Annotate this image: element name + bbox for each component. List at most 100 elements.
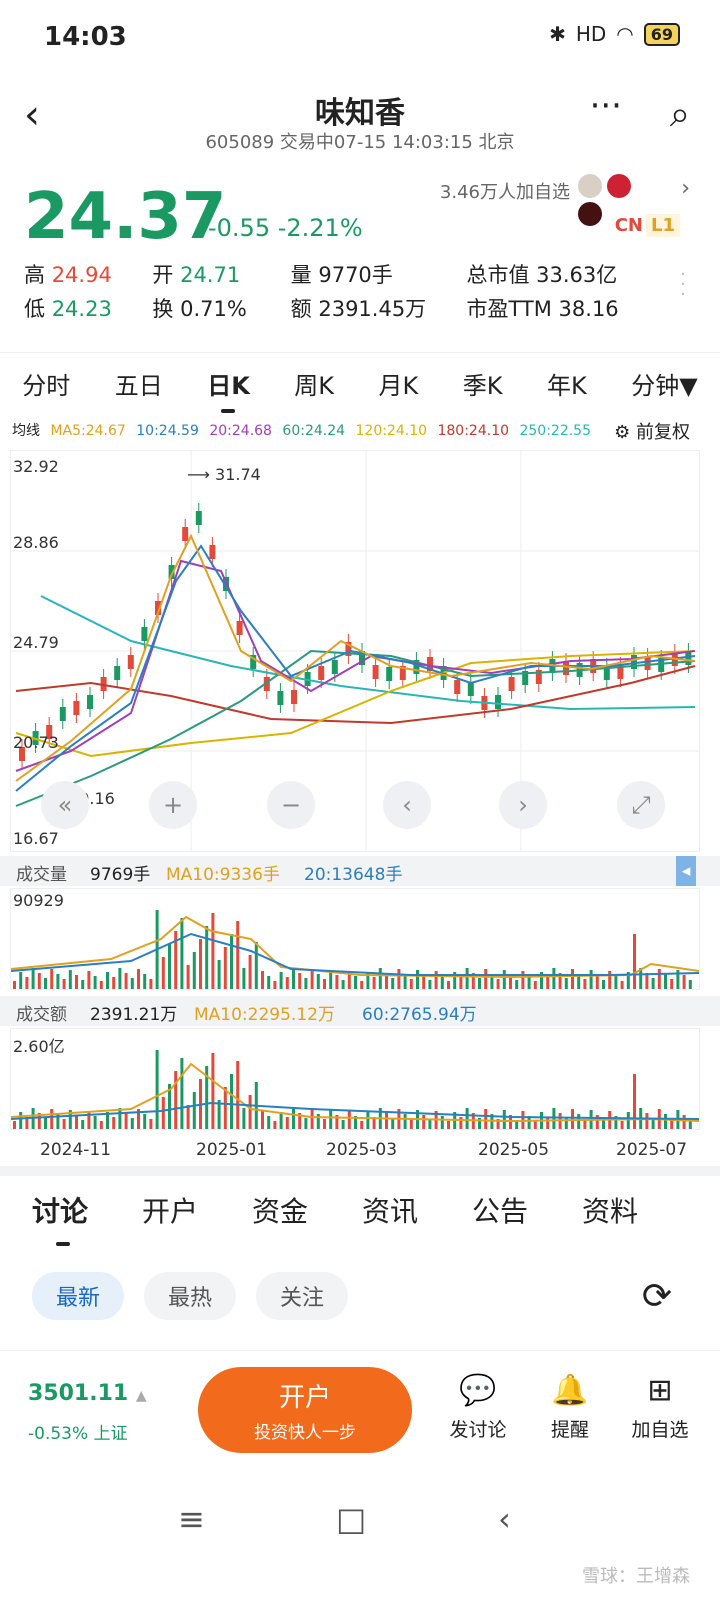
tab-fenzhong[interactable]: 分钟▼ bbox=[631, 366, 697, 401]
search-icon[interactable]: ⌕ bbox=[670, 94, 690, 136]
volume-bar bbox=[645, 1113, 649, 1129]
open-account-button[interactable]: 开户 投资快人一步 bbox=[198, 1367, 412, 1453]
refresh-icon[interactable]: ⟳ bbox=[642, 1276, 672, 1317]
menu-icon[interactable]: ≡ bbox=[178, 1500, 205, 1538]
volume-bar bbox=[304, 978, 308, 989]
tab-discuss[interactable]: 讨论 bbox=[32, 1190, 110, 1230]
chip-follow[interactable]: 关注 bbox=[256, 1272, 349, 1320]
ma-legend: 均线 MA5:24.67 10:24.59 20:24.68 60:24.24 … bbox=[12, 420, 597, 440]
index-number: 3501.11 bbox=[28, 1381, 129, 1406]
volume-bar bbox=[99, 981, 103, 989]
add-label: 加自选 bbox=[631, 1419, 689, 1441]
more-icon[interactable]: ··· bbox=[590, 86, 622, 126]
scroll-right-button[interactable]: › bbox=[499, 781, 547, 829]
volume-bar bbox=[155, 1050, 159, 1129]
volume-bar bbox=[19, 972, 23, 989]
x-tick-4: 2025-07 bbox=[616, 1140, 688, 1160]
price-change: -0.55 -2.21% bbox=[208, 214, 363, 242]
volume-bar bbox=[186, 965, 190, 989]
volume-bar bbox=[546, 977, 550, 989]
tab-wuri[interactable]: 五日 bbox=[115, 366, 163, 401]
tab-jik[interactable]: 季K bbox=[463, 366, 503, 401]
volume-bar bbox=[422, 975, 426, 989]
volume-bar bbox=[409, 1119, 413, 1129]
zoom-out-button[interactable]: − bbox=[267, 781, 315, 829]
volume-bar bbox=[298, 973, 302, 989]
volume-bar bbox=[44, 1118, 47, 1129]
ma10: 10:24.59 bbox=[136, 423, 199, 439]
top-nav: ‹ 味知香 605089 交易中07-15 14:03:15 北京 ··· ⌕ bbox=[0, 80, 720, 160]
volume-bar bbox=[149, 1119, 153, 1129]
volume-bar bbox=[223, 947, 227, 989]
volume-bar bbox=[664, 1114, 667, 1129]
adjust-label: 前复权 bbox=[636, 422, 690, 443]
tab-niank[interactable]: 年K bbox=[547, 366, 587, 401]
volume-bar bbox=[372, 977, 376, 989]
kline-chart[interactable]: 32.92 28.86 24.79 20.73 16.67 ⟶ 31.74 ⟵ … bbox=[10, 450, 700, 852]
volume-max: 90929 bbox=[13, 891, 64, 910]
volume-bar bbox=[484, 969, 488, 989]
avatar-group[interactable] bbox=[578, 174, 656, 226]
volume-bar bbox=[440, 976, 444, 989]
plus-box-icon: ⊞ bbox=[647, 1373, 673, 1408]
amt-label: 额 bbox=[290, 297, 312, 321]
rewind-button[interactable]: « bbox=[41, 781, 89, 829]
current-price: 24.37 bbox=[24, 180, 227, 254]
high-value: 24.94 bbox=[51, 263, 112, 287]
tab-funds[interactable]: 资金 bbox=[252, 1190, 330, 1230]
y-tick-min: 16.67 bbox=[13, 829, 59, 848]
chevron-right-icon[interactable]: › bbox=[681, 176, 690, 201]
battery-icon: 69 bbox=[643, 22, 680, 46]
volume-bar bbox=[465, 968, 469, 989]
volume-bar bbox=[273, 981, 277, 989]
adjust-button[interactable]: ⚙ 前复权 bbox=[614, 418, 690, 444]
index-value[interactable]: 3501.11 ▲ bbox=[28, 1381, 147, 1406]
volume-bar bbox=[403, 1114, 407, 1129]
tab-info[interactable]: 资料 bbox=[582, 1190, 660, 1230]
watchers-count[interactable]: 3.46万人加自选 bbox=[440, 178, 570, 204]
index-sub: -0.53% 上证 bbox=[28, 1424, 128, 1444]
volume-bar bbox=[347, 1111, 351, 1129]
badge-l1: L1 bbox=[646, 214, 680, 237]
tab-rik[interactable]: 日K bbox=[207, 366, 250, 413]
ma120: 120:24.10 bbox=[355, 423, 428, 439]
zoom-in-button[interactable]: + bbox=[149, 781, 197, 829]
tab-news[interactable]: 资讯 bbox=[362, 1190, 440, 1230]
volume-bar bbox=[521, 971, 525, 989]
watermark: 雪球：王增森 bbox=[582, 1566, 690, 1587]
volume-bar bbox=[434, 971, 438, 989]
volume-bar bbox=[682, 1115, 686, 1129]
volume-bar bbox=[87, 1111, 91, 1129]
tab-fenshi[interactable]: 分时 bbox=[22, 366, 70, 401]
chip-latest[interactable]: 最新 bbox=[32, 1272, 125, 1320]
volume-bar bbox=[112, 977, 116, 989]
tab-yuek[interactable]: 月K bbox=[379, 366, 419, 401]
volume-bar bbox=[329, 1110, 333, 1129]
stock-subtitle: 605089 交易中07-15 14:03:15 北京 bbox=[205, 132, 515, 153]
scroll-left-button[interactable]: ‹ bbox=[383, 781, 431, 829]
volume-bar bbox=[149, 979, 153, 989]
volume-bar bbox=[44, 978, 47, 989]
volume-bar bbox=[37, 973, 41, 989]
tab-announce[interactable]: 公告 bbox=[472, 1190, 550, 1230]
volume-bar bbox=[124, 973, 128, 989]
volume-bar bbox=[292, 968, 295, 989]
volume-bar bbox=[75, 975, 78, 989]
volume-bar bbox=[50, 969, 54, 989]
post-button[interactable]: 💬 发讨论 bbox=[438, 1373, 518, 1442]
add-watch-button[interactable]: ⊞ 加自选 bbox=[620, 1373, 700, 1442]
volume-bar bbox=[366, 1112, 370, 1129]
collapse-icon[interactable]: ◂ bbox=[676, 856, 696, 886]
tab-account[interactable]: 开户 bbox=[142, 1190, 220, 1230]
y-tick-4: 20.73 bbox=[13, 733, 59, 752]
volume-bar bbox=[664, 974, 667, 989]
tab-zhouk[interactable]: 周K bbox=[294, 366, 334, 401]
alert-button[interactable]: 🔔 提醒 bbox=[530, 1373, 610, 1442]
candle bbox=[182, 527, 189, 541]
y-tick-2: 28.86 bbox=[13, 533, 59, 552]
home-icon[interactable]: □ bbox=[336, 1500, 366, 1538]
chip-hot[interactable]: 最热 bbox=[144, 1272, 237, 1320]
back-nav-icon[interactable]: ‹ bbox=[498, 1500, 511, 1538]
fullscreen-icon[interactable]: ⤢ bbox=[617, 781, 665, 829]
expand-dots-icon[interactable]: · · · bbox=[680, 266, 686, 304]
